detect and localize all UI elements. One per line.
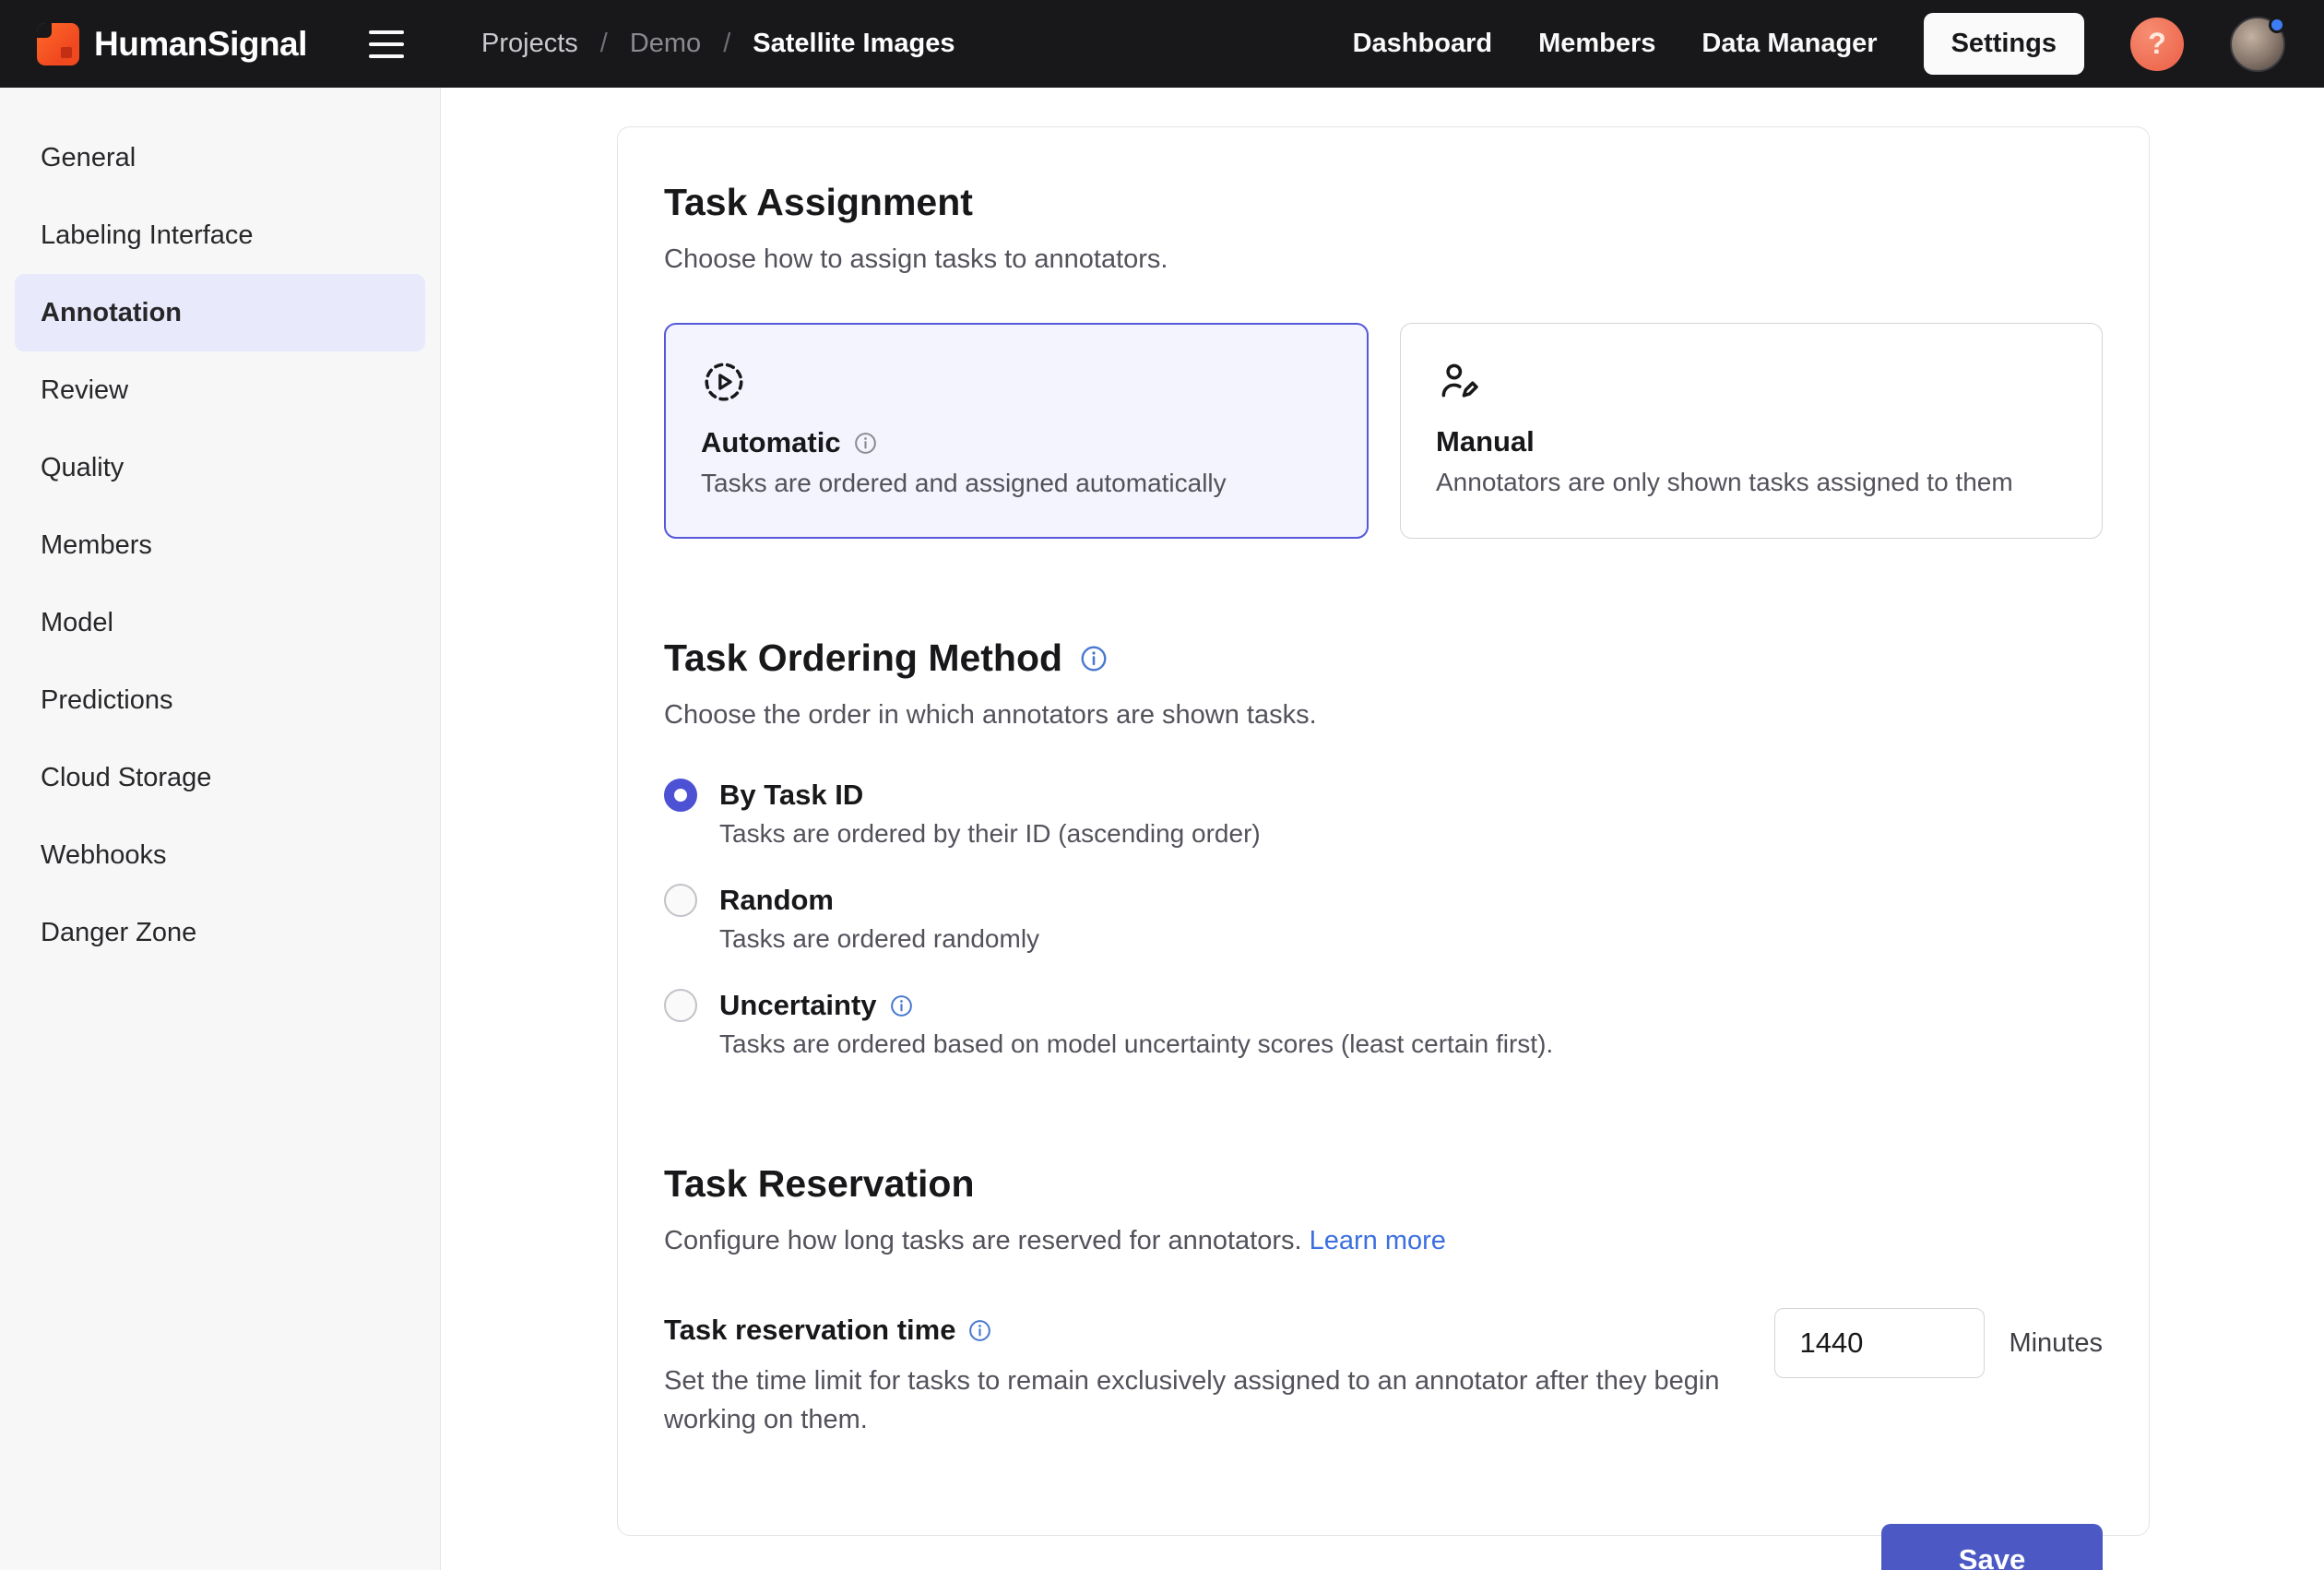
sidebar-item-predictions[interactable]: Predictions (15, 661, 425, 739)
presence-dot (2269, 17, 2285, 33)
assignment-option-automatic[interactable]: Automatic Tasks are ordered and assigned… (664, 323, 1369, 539)
content-row: General Labeling Interface Annotation Re… (0, 88, 2324, 1570)
uncertainty-info-icon[interactable] (889, 993, 914, 1018)
random-description: Tasks are ordered randomly (719, 924, 2103, 954)
manual-label: Manual (1436, 425, 1535, 458)
task-ordering-section: Task Ordering Method Choose the order in… (664, 636, 2103, 1059)
avatar[interactable] (2230, 17, 2285, 72)
annotation-settings-card: Task Assignment Choose how to assign tas… (617, 126, 2150, 1536)
sidebar-item-labeling-interface[interactable]: Labeling Interface (15, 196, 425, 274)
breadcrumb-separator: / (600, 29, 608, 59)
uncertainty-label: Uncertainty (719, 989, 877, 1022)
sidebar-item-danger-zone[interactable]: Danger Zone (15, 894, 425, 971)
random-label: Random (719, 884, 834, 917)
radio-by-task-id[interactable]: By Task ID (664, 779, 2103, 812)
reservation-time-info-icon[interactable] (967, 1318, 992, 1343)
sidebar-item-general[interactable]: General (15, 119, 425, 196)
topbar-right: Dashboard Members Data Manager Settings … (1353, 13, 2324, 75)
automatic-info-icon[interactable] (853, 431, 878, 456)
reservation-time-description: Set the time limit for tasks to remain e… (664, 1362, 1761, 1439)
radio-icon[interactable] (664, 779, 697, 812)
settings-button[interactable]: Settings (1924, 13, 2084, 75)
automatic-description: Tasks are ordered and assigned automatic… (701, 469, 1332, 498)
topbar-left: HumanSignal (0, 0, 441, 88)
reservation-time-label: Task reservation time (664, 1314, 955, 1347)
task-ordering-title: Task Ordering Method (664, 636, 1062, 680)
task-ordering-subtitle: Choose the order in which annotators are… (664, 700, 2103, 731)
sidebar-item-quality[interactable]: Quality (15, 429, 425, 506)
minutes-unit-label: Minutes (2009, 1328, 2103, 1359)
save-button[interactable]: Save (1881, 1524, 2103, 1570)
by-task-id-label: By Task ID (719, 779, 863, 812)
breadcrumb-demo[interactable]: Demo (630, 29, 701, 59)
breadcrumb-separator: / (723, 29, 730, 59)
task-assignment-subtitle: Choose how to assign tasks to annotators… (664, 244, 2103, 275)
task-reservation-subtitle: Configure how long tasks are reserved fo… (664, 1226, 1302, 1255)
manual-person-icon (1436, 357, 2067, 405)
sidebar-item-annotation[interactable]: Annotation (15, 274, 425, 351)
reservation-time-field: Task reservation time Set the time l (664, 1314, 2103, 1439)
brand-name: HumanSignal (94, 25, 307, 64)
sidebar-item-webhooks[interactable]: Webhooks (15, 816, 425, 894)
task-reservation-section: Task Reservation Configure how long task… (664, 1162, 2103, 1570)
radio-random[interactable]: Random (664, 884, 2103, 917)
ordering-options: By Task ID Tasks are ordered by their ID… (664, 779, 2103, 1059)
task-assignment-title: Task Assignment (664, 181, 2103, 224)
learn-more-link[interactable]: Learn more (1310, 1226, 1446, 1255)
nav-data-manager[interactable]: Data Manager (1702, 29, 1877, 59)
topbar: HumanSignal Projects / Demo / Satellite … (0, 0, 2324, 88)
breadcrumb-projects[interactable]: Projects (481, 29, 578, 59)
reservation-minutes-input[interactable] (1774, 1308, 1985, 1378)
nav-dashboard[interactable]: Dashboard (1353, 29, 1492, 59)
radio-uncertainty[interactable]: Uncertainty (664, 989, 2103, 1022)
settings-sidebar: General Labeling Interface Annotation Re… (0, 88, 441, 1570)
radio-icon[interactable] (664, 884, 697, 917)
uncertainty-description: Tasks are ordered based on model uncerta… (719, 1029, 2103, 1059)
app-window: HumanSignal Projects / Demo / Satellite … (0, 0, 2324, 1570)
breadcrumb-current-project: Satellite Images (753, 29, 954, 59)
sidebar-item-cloud-storage[interactable]: Cloud Storage (15, 739, 425, 816)
task-reservation-title: Task Reservation (664, 1162, 2103, 1206)
menu-icon[interactable] (367, 25, 406, 64)
sidebar-item-members[interactable]: Members (15, 506, 425, 584)
automatic-play-icon (701, 358, 1332, 406)
sidebar-item-model[interactable]: Model (15, 584, 425, 661)
humansignal-logo-icon (37, 23, 79, 65)
brand[interactable]: HumanSignal (37, 23, 307, 65)
automatic-label: Automatic (701, 426, 841, 459)
main-content: Task Assignment Choose how to assign tas… (441, 88, 2324, 1570)
nav-members[interactable]: Members (1538, 29, 1655, 59)
by-task-id-description: Tasks are ordered by their ID (ascending… (719, 819, 2103, 849)
breadcrumb: Projects / Demo / Satellite Images (481, 29, 954, 59)
task-ordering-info-icon[interactable] (1079, 644, 1109, 673)
help-button[interactable]: ? (2130, 18, 2184, 71)
sidebar-item-review[interactable]: Review (15, 351, 425, 429)
assignment-options: Automatic Tasks are ordered and assigned… (664, 323, 2103, 539)
radio-icon[interactable] (664, 989, 697, 1022)
manual-description: Annotators are only shown tasks assigned… (1436, 468, 2067, 497)
assignment-option-manual[interactable]: Manual Annotators are only shown tasks a… (1400, 323, 2103, 539)
